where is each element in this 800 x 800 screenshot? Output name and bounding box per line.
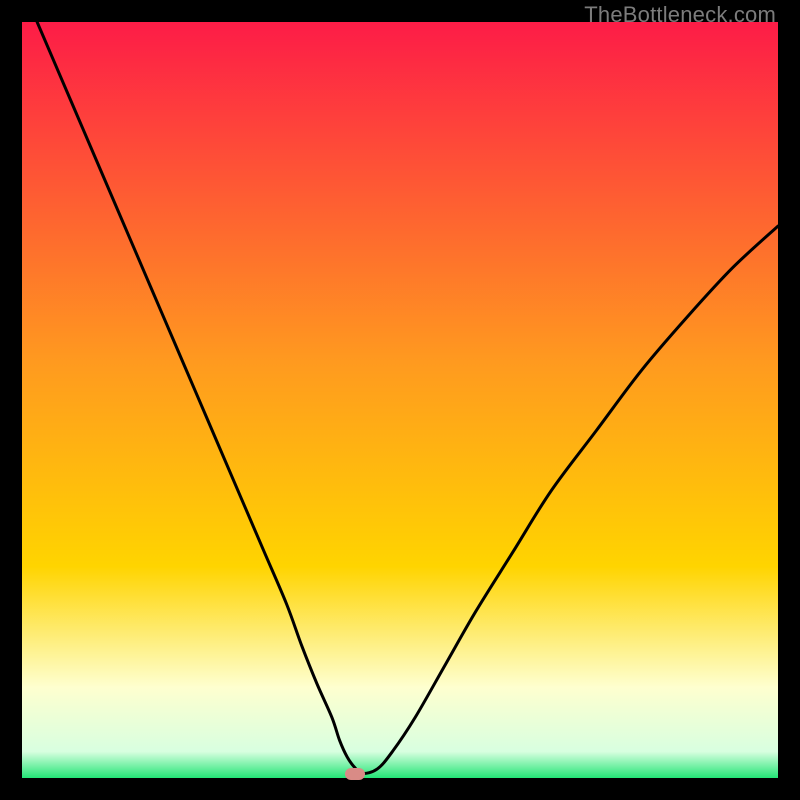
chart-frame <box>22 22 778 778</box>
bottleneck-chart <box>22 22 778 778</box>
minimum-marker <box>345 768 365 780</box>
watermark-text: TheBottleneck.com <box>584 2 776 28</box>
gradient-background <box>22 22 778 778</box>
